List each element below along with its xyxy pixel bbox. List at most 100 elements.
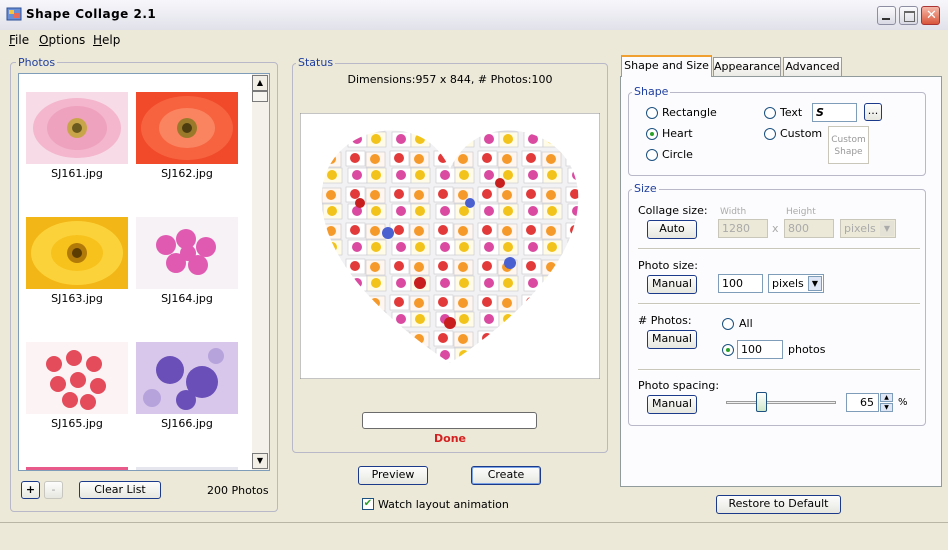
photo-size-label: Photo size: — [638, 259, 698, 272]
photo-thumbnail[interactable] — [136, 92, 238, 164]
spin-down-icon[interactable]: ▼ — [880, 403, 893, 412]
tab-advanced[interactable]: Advanced — [783, 57, 842, 76]
chevron-down-icon[interactable]: ▼ — [808, 276, 822, 291]
num-photos-count-radio[interactable] — [722, 344, 734, 356]
restore-to-default-button[interactable]: Restore to Default — [716, 495, 841, 514]
shape-text-radio[interactable] — [764, 107, 776, 119]
clear-list-button[interactable]: Clear List — [79, 481, 161, 499]
shape-circle-radio[interactable] — [646, 149, 658, 161]
collage-size-label: Collage size: — [638, 204, 708, 217]
chevron-down-icon: ▼ — [880, 221, 894, 236]
shape-heart-radio[interactable] — [646, 128, 658, 140]
remove-photo-button[interactable]: - — [44, 481, 63, 499]
create-button[interactable]: Create — [471, 466, 541, 485]
collage-width-input[interactable]: 1280 — [718, 219, 768, 238]
separator — [638, 303, 920, 305]
num-photos-all-label: All — [739, 317, 753, 330]
size-group-label: Size — [632, 182, 659, 195]
scroll-up-arrow-icon[interactable]: ▲ — [252, 75, 268, 91]
close-icon: ✕ — [926, 8, 937, 23]
maximize-icon — [904, 11, 915, 22]
collage-units-value: pixels — [844, 222, 876, 235]
menu-file[interactable]: File — [9, 33, 29, 47]
preview-button[interactable]: Preview — [358, 466, 428, 485]
watch-animation-label: Watch layout animation — [378, 498, 509, 511]
shape-custom-label: Custom — [780, 127, 823, 140]
photo-spacing-manual-button[interactable]: Manual — [647, 395, 697, 414]
custom-shape-label-line2: Shape — [834, 147, 863, 157]
scroll-thumb[interactable] — [252, 91, 268, 102]
custom-shape-button[interactable]: Custom Shape — [828, 126, 869, 164]
height-label: Height — [786, 207, 816, 217]
spin-up-icon[interactable]: ▲ — [880, 393, 893, 402]
add-photo-button[interactable]: + — [21, 481, 40, 499]
photo-thumbnail[interactable] — [136, 342, 238, 414]
window-title: Shape Collage 2.1 — [26, 7, 157, 21]
minimize-button[interactable] — [877, 6, 896, 25]
num-photos-all-radio[interactable] — [722, 318, 734, 330]
tab-shape-and-size[interactable]: Shape and Size — [621, 55, 712, 77]
status-group-label: Status — [296, 56, 336, 69]
shape-text-label: Text — [780, 106, 803, 119]
photo-spacing-slider-thumb[interactable] — [756, 392, 767, 412]
shape-text-input[interactable]: S — [812, 103, 857, 122]
menu-help[interactable]: Help — [93, 33, 120, 47]
percent-sign: % — [898, 397, 908, 408]
status-done-text: Done — [434, 432, 466, 445]
tab-appearance[interactable]: Appearance — [713, 57, 781, 76]
menu-bar — [0, 30, 948, 50]
shape-circle-label: Circle — [662, 148, 693, 161]
scroll-down-arrow-icon[interactable]: ▼ — [252, 453, 268, 469]
photo-spacing-spinner[interactable]: ▲ ▼ — [880, 393, 893, 412]
watch-animation-checkbox[interactable]: ✔ — [362, 498, 374, 510]
photo-spacing-label: Photo spacing: — [638, 379, 720, 392]
photo-thumbnail[interactable] — [26, 217, 128, 289]
collage-units-select[interactable]: pixels ▼ — [840, 219, 896, 238]
maximize-button[interactable] — [899, 6, 918, 25]
collage-size-auto-button[interactable]: Auto — [647, 220, 697, 239]
shape-text-font-button[interactable]: ... — [864, 103, 882, 121]
photo-list[interactable]: SJ161.jpg SJ162.jpg SJ163.jpg SJ164.jpg … — [18, 73, 270, 471]
app-icon — [6, 7, 22, 21]
num-photos-input[interactable]: 100 — [737, 340, 783, 359]
photo-count: 200 Photos — [207, 484, 269, 497]
close-button[interactable]: ✕ — [921, 6, 940, 25]
photo-caption: SJ163.jpg — [51, 292, 103, 305]
photo-thumbnail[interactable] — [26, 92, 128, 164]
photo-spacing-slider-track[interactable] — [726, 401, 836, 404]
photo-caption: SJ161.jpg — [51, 167, 103, 180]
custom-shape-label-line1: Custom — [831, 135, 866, 145]
photo-size-units-select[interactable]: pixels ▼ — [768, 274, 824, 293]
separator — [638, 369, 920, 371]
width-label: Width — [720, 207, 747, 217]
photo-caption: SJ165.jpg — [51, 417, 103, 430]
num-photos-label: # Photos: — [638, 314, 692, 327]
shape-rectangle-label: Rectangle — [662, 106, 717, 119]
separator — [638, 248, 920, 250]
shape-rectangle-radio[interactable] — [646, 107, 658, 119]
photo-thumbnail[interactable] — [26, 342, 128, 414]
shape-group-label: Shape — [632, 85, 671, 98]
progress-bar — [362, 412, 537, 429]
photo-caption: SJ166.jpg — [161, 417, 213, 430]
collage-height-input[interactable]: 800 — [784, 219, 834, 238]
dimensions-text: Dimensions:957 x 844, # Photos:100 — [347, 73, 553, 86]
photo-size-manual-button[interactable]: Manual — [647, 275, 697, 294]
photo-caption: SJ164.jpg — [161, 292, 213, 305]
shape-custom-radio[interactable] — [764, 128, 776, 140]
num-photos-unit-label: photos — [788, 343, 826, 356]
menu-options[interactable]: Options — [39, 33, 85, 47]
minimize-icon — [882, 18, 890, 20]
shape-heart-label: Heart — [662, 127, 693, 140]
photo-thumbnail[interactable] — [136, 217, 238, 289]
photo-thumbnail[interactable] — [26, 467, 128, 470]
photos-group-label: Photos — [16, 56, 58, 69]
num-photos-manual-button[interactable]: Manual — [647, 330, 697, 349]
photo-size-units-value: pixels — [772, 277, 804, 290]
size-times-sign: x — [772, 222, 779, 235]
collage-preview — [300, 113, 600, 379]
photo-thumbnail[interactable] — [136, 467, 238, 470]
photo-list-scrollbar[interactable]: ▲ ▼ — [252, 74, 269, 470]
photo-size-input[interactable]: 100 — [718, 274, 763, 293]
photo-spacing-input[interactable]: 65 — [846, 393, 879, 412]
